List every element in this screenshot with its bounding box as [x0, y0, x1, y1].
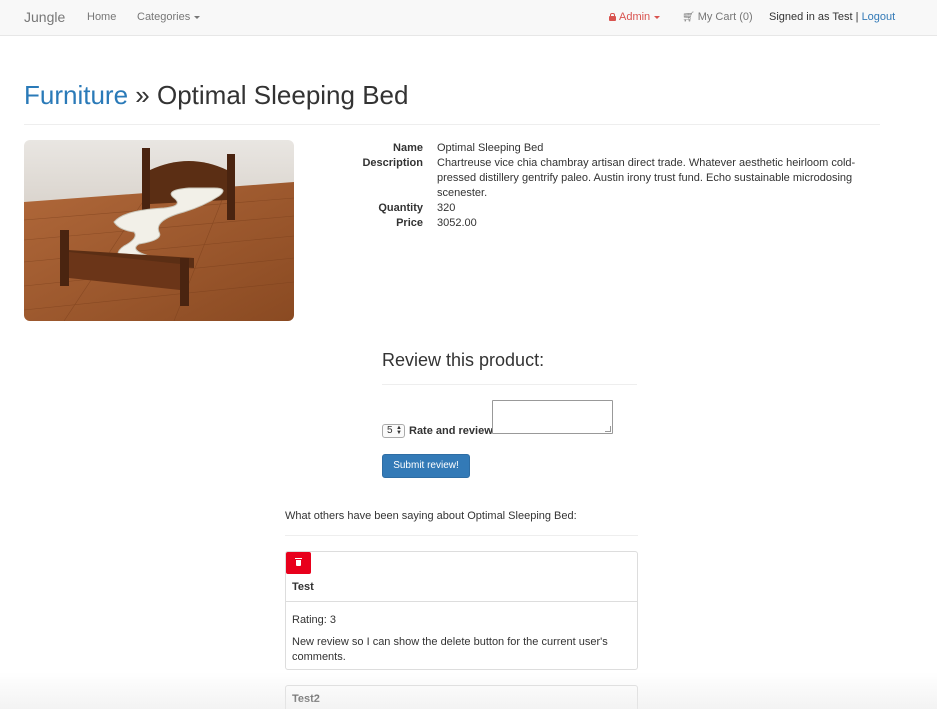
detail-value: 320: [437, 202, 456, 214]
detail-label: Quantity: [378, 202, 423, 214]
navbar: Jungle Home Categories Admin 🛒︎ My Cart (…: [0, 0, 937, 36]
caret-down-icon: [654, 15, 661, 19]
lock-icon: [609, 13, 616, 21]
detail-row-quantity: Quantity 320: [360, 201, 860, 216]
rating-select-value: 5: [387, 425, 393, 436]
cart-icon: 🛒︎: [682, 12, 695, 23]
detail-value: Chartreuse vice chia chambray artisan di…: [437, 157, 856, 199]
rate-and-review-label: Rate and review: [409, 425, 493, 437]
nav-cart-label: My Cart (0): [697, 11, 753, 23]
nav-categories-label: Categories: [137, 11, 191, 23]
detail-row-name: Name Optimal Sleeping Bed: [360, 141, 860, 156]
nav-admin-dropdown[interactable]: Admin: [609, 11, 661, 23]
trash-icon: [295, 558, 302, 566]
detail-label: Price: [396, 217, 423, 229]
detail-value: Optimal Sleeping Bed: [437, 142, 544, 154]
title-separator: »: [135, 80, 150, 110]
resize-grip-icon[interactable]: [605, 426, 611, 432]
page-title: Furniture » Optimal Sleeping Bed: [24, 80, 408, 111]
review-textarea[interactable]: [492, 400, 613, 434]
review-comment: New review so I can show the delete butt…: [292, 636, 608, 663]
product-image: [24, 140, 294, 321]
submit-review-button[interactable]: Submit review!: [382, 454, 470, 478]
detail-label: Description: [362, 157, 423, 169]
review-author: Test2: [292, 693, 320, 705]
title-divider: [24, 124, 880, 125]
review-form-title: Review this product:: [382, 350, 545, 370]
nav-categories-dropdown[interactable]: Categories: [137, 11, 201, 23]
product-title: Optimal Sleeping Bed: [156, 80, 409, 110]
signed-in-status: Signed in as Test | Logout: [769, 11, 895, 23]
review-author: Test: [292, 581, 314, 593]
detail-row-price: Price 3052.00: [360, 216, 860, 231]
nav-admin-label: Admin: [619, 11, 651, 23]
detail-value: 3052.00: [437, 217, 477, 229]
delete-review-button[interactable]: [286, 552, 311, 574]
reviews-intro: What others have been saying about Optim…: [285, 510, 577, 522]
detail-row-description: Description Chartreuse vice chia chambray…: [360, 156, 860, 201]
review-form-divider: [382, 384, 637, 385]
select-arrows-icon: ▲ ▼: [396, 425, 402, 436]
reviews-divider: [285, 535, 638, 536]
review-panel: Test Rating: 3 New review so I can show …: [285, 551, 638, 670]
review-rating: Rating: 3: [292, 614, 337, 626]
nav-home-link[interactable]: Home: [87, 11, 116, 23]
nav-separator: |: [855, 11, 859, 23]
review-panel: Test2: [285, 685, 638, 709]
product-details: Name Optimal Sleeping Bed Description Char…: [360, 141, 860, 231]
rating-select[interactable]: 5 ▲ ▼: [382, 424, 405, 438]
logout-link[interactable]: Logout: [862, 11, 896, 23]
nav-cart-link[interactable]: 🛒︎ My Cart (0): [682, 11, 753, 23]
panel-divider: [286, 601, 637, 602]
caret-down-icon: [194, 15, 201, 19]
category-link[interactable]: Furniture: [24, 80, 128, 110]
brand-logo[interactable]: Jungle: [24, 9, 65, 25]
detail-label: Name: [393, 142, 423, 154]
signed-in-text: Signed in as Test: [769, 11, 853, 23]
